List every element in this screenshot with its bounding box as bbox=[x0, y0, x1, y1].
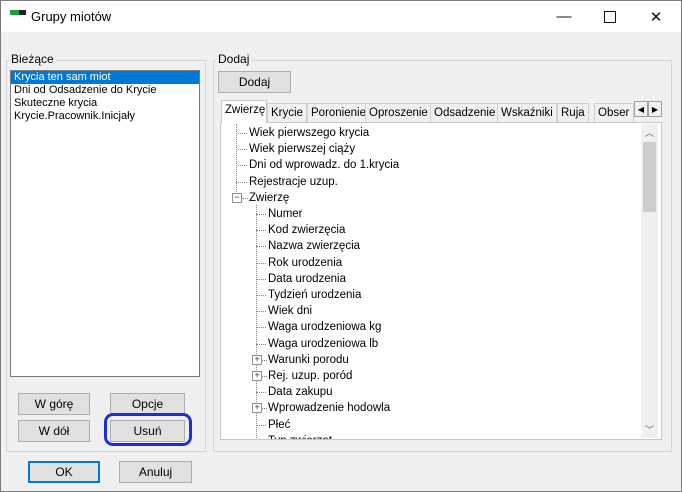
list-item[interactable]: Skuteczne krycia bbox=[11, 97, 199, 110]
tree-connector bbox=[256, 424, 266, 426]
tab-obser[interactable]: Obser bbox=[594, 103, 634, 122]
tab-scroll-left-button[interactable]: ◀ bbox=[634, 101, 648, 117]
remove-button-highlight bbox=[104, 413, 192, 446]
app-flag-icon bbox=[10, 10, 26, 20]
scroll-up-button[interactable]: ︿ bbox=[641, 124, 658, 141]
tree-connector bbox=[256, 214, 266, 215]
tab-krycie[interactable]: Krycie bbox=[267, 103, 307, 122]
tree-connector bbox=[262, 408, 267, 410]
tree-node[interactable]: Wiek dni bbox=[268, 303, 312, 319]
tree-node[interactable]: Kod zwierzęcia bbox=[268, 222, 345, 238]
add-button[interactable]: Dodaj bbox=[218, 71, 291, 93]
tree-node[interactable]: Zwierzę bbox=[249, 190, 289, 206]
scroll-thumb[interactable] bbox=[643, 142, 656, 212]
close-icon: ✕ bbox=[649, 8, 663, 26]
minimize-icon: — bbox=[556, 8, 572, 25]
tree-node[interactable]: Numer bbox=[268, 206, 303, 222]
tree-connector bbox=[256, 262, 266, 264]
tree-connector bbox=[236, 181, 247, 183]
tab-strip: Krycie Poronienie Oproszenie Odsadzenie … bbox=[219, 100, 663, 123]
tree-node[interactable]: Wprowadzenie hodowla bbox=[268, 400, 390, 416]
tree-connector bbox=[256, 295, 266, 296]
tree-connector bbox=[256, 343, 266, 345]
move-up-button[interactable]: W górę bbox=[18, 393, 90, 415]
close-button[interactable]: ✕ bbox=[633, 1, 679, 32]
tree-node[interactable]: Typ zwierząt bbox=[268, 433, 332, 439]
tree-node[interactable]: Nazwa zwierzęcia bbox=[268, 238, 360, 254]
collapse-icon[interactable]: − bbox=[232, 192, 242, 203]
chevron-left-icon: ◀ bbox=[637, 104, 645, 114]
tree-connector bbox=[262, 359, 267, 361]
add-group-label: Dodaj bbox=[216, 52, 252, 66]
options-button[interactable]: Opcje bbox=[110, 393, 185, 415]
tree-connector bbox=[256, 246, 266, 248]
tree-connector bbox=[256, 311, 266, 313]
tree-node[interactable]: Data zakupu bbox=[268, 384, 333, 400]
tab-oproszenie[interactable]: Oproszenie bbox=[365, 103, 432, 122]
tree-node[interactable]: Warunki porodu bbox=[268, 352, 349, 368]
tree-node[interactable]: Dni od wprowadz. do 1.krycia bbox=[249, 157, 399, 173]
list-item[interactable]: Krycia ten sam miot bbox=[11, 71, 199, 84]
title-bar[interactable]: Grupy miotów — ✕ bbox=[1, 1, 681, 32]
tab-poronienie[interactable]: Poronienie bbox=[307, 103, 370, 122]
tree-connector bbox=[256, 392, 266, 394]
tree-connector bbox=[256, 327, 266, 329]
list-item[interactable]: Krycie.Pracownik.Inicjały bbox=[11, 110, 199, 123]
tab-wskazniki[interactable]: Wskaźniki bbox=[497, 103, 557, 122]
scroll-down-button[interactable]: ﹀ bbox=[641, 421, 658, 438]
tree-connector bbox=[262, 376, 267, 377]
tree-node[interactable]: Wiek pierwszej ciąży bbox=[249, 141, 355, 157]
expand-icon[interactable]: + bbox=[252, 354, 262, 365]
tree-panel: Wiek pierwszego krycia Wiek pierwszej cią… bbox=[220, 122, 662, 440]
chevron-down-icon: ﹀ bbox=[644, 425, 654, 435]
maximize-icon bbox=[604, 10, 616, 23]
window-title: Grupy miotów bbox=[31, 9, 112, 24]
tree-connector bbox=[236, 133, 247, 134]
tab-zwierze[interactable]: Zwierzę bbox=[221, 100, 267, 123]
tree-node[interactable]: Waga urodzeniowa kg bbox=[268, 319, 381, 335]
chevron-up-icon: ︿ bbox=[644, 128, 654, 138]
tree-node[interactable]: Data urodzenia bbox=[268, 271, 346, 287]
ok-button[interactable]: OK bbox=[28, 461, 100, 483]
tree-node[interactable]: Rok urodzenia bbox=[268, 255, 342, 271]
current-group-label: Bieżące bbox=[9, 52, 56, 66]
tree-connector bbox=[256, 278, 266, 280]
chevron-right-icon: ▶ bbox=[651, 104, 659, 114]
tree-node[interactable]: Rej. uzup. poród bbox=[268, 368, 352, 384]
tree-connector bbox=[236, 149, 247, 151]
tree-connector bbox=[242, 197, 248, 199]
tab-odsadzenie[interactable]: Odsadzenie bbox=[430, 103, 500, 122]
dialog-window: Grupy miotów — ✕ Bieżące Krycia ten sam … bbox=[0, 0, 682, 492]
field-tree[interactable]: Wiek pierwszego krycia Wiek pierwszej cią… bbox=[225, 124, 640, 439]
move-down-button[interactable]: W dół bbox=[18, 420, 90, 442]
minimize-button[interactable]: — bbox=[541, 1, 587, 32]
tree-node[interactable]: Tydzień urodzenia bbox=[268, 287, 361, 303]
tree-scrollbar[interactable]: ︿ ﹀ bbox=[641, 124, 658, 438]
tree-node[interactable]: Rejestracje uzup. bbox=[249, 174, 338, 190]
tree-node[interactable]: Wiek pierwszego krycia bbox=[249, 125, 369, 141]
tree-connector bbox=[236, 124, 237, 196]
tab-ruja[interactable]: Ruja bbox=[557, 103, 589, 122]
tab-scroll-right-button[interactable]: ▶ bbox=[648, 101, 662, 117]
tree-node[interactable]: Płeć bbox=[268, 417, 290, 433]
expand-icon[interactable]: + bbox=[252, 403, 262, 414]
tree-node[interactable]: Waga urodzeniowa lb bbox=[268, 336, 378, 352]
expand-icon[interactable]: + bbox=[252, 371, 262, 381]
tree-connector bbox=[236, 165, 247, 167]
cancel-button[interactable]: Anuluj bbox=[119, 461, 192, 483]
current-list[interactable]: Krycia ten sam miot Dni od Odsadzenie do… bbox=[10, 70, 200, 377]
list-item[interactable]: Dni od Odsadzenie do Krycie bbox=[11, 84, 199, 97]
tree-connector bbox=[256, 230, 266, 232]
maximize-button[interactable] bbox=[587, 1, 633, 32]
